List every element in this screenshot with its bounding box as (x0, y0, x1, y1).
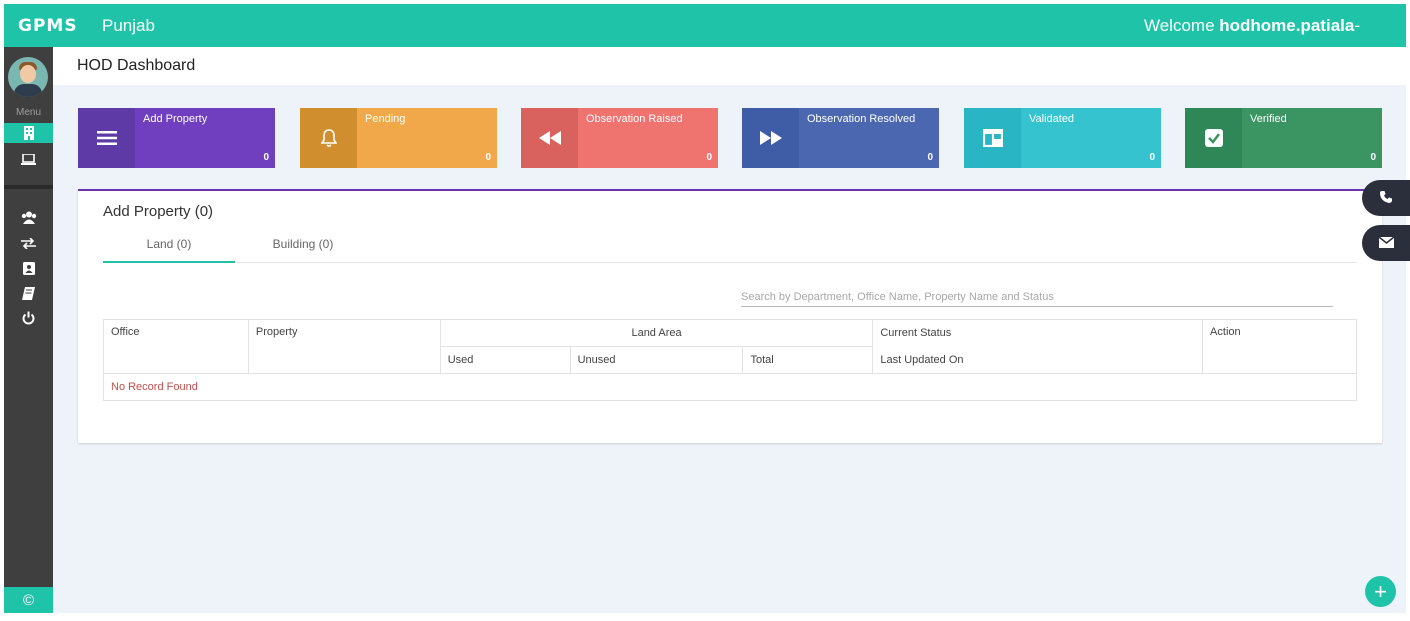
col-office: Office (103, 319, 249, 374)
property-table: Office Property Land Area Current Status… (103, 319, 1357, 401)
exchange-icon[interactable] (4, 233, 53, 253)
add-property-panel: Add Property (0) Land (0) Building (0) O… (78, 189, 1382, 443)
tile-label: Add Property (143, 113, 208, 125)
tile-observation-raised[interactable]: Observation Raised 0 (521, 108, 718, 168)
columns-icon (964, 108, 1021, 168)
col-used: Used (439, 346, 571, 374)
tile-label: Validated (1029, 113, 1075, 125)
add-fab-button[interactable]: + (1365, 576, 1396, 607)
avatar[interactable] (8, 57, 48, 97)
col-property: Property (247, 319, 441, 374)
sidebar-divider (4, 185, 53, 189)
tile-count: 0 (1149, 152, 1155, 163)
property-tabs: Land (0) Building (0) (103, 235, 1357, 263)
tile-validated[interactable]: Validated 0 (964, 108, 1161, 168)
main-content: HOD Dashboard Add Property 0 Pending 0 Obs… (53, 47, 1406, 613)
tile-add-property[interactable]: Add Property 0 (78, 108, 275, 168)
username: hodhome.patiala (1219, 15, 1355, 35)
tile-label: Verified (1250, 113, 1287, 125)
col-action: Action (1202, 319, 1357, 374)
page-title: HOD Dashboard (77, 57, 196, 74)
col-total: Total (742, 346, 874, 374)
tile-count: 0 (706, 152, 712, 163)
tile-verified[interactable]: Verified 0 (1185, 108, 1382, 168)
title-bar: HOD Dashboard (53, 47, 1406, 85)
backward-icon (521, 108, 578, 168)
empty-message: No Record Found (103, 373, 1357, 401)
top-bar: GPMS Punjab Welcome hodhome.patiala- (4, 4, 1406, 47)
sidebar: Menu (4, 47, 53, 613)
tab-land[interactable]: Land (0) (103, 235, 235, 263)
table-row: No Record Found (103, 373, 1357, 401)
laptop-icon[interactable] (4, 149, 53, 169)
tile-pending[interactable]: Pending 0 (300, 108, 497, 168)
power-icon[interactable] (4, 308, 53, 328)
tile-count: 0 (1370, 152, 1376, 163)
tile-count: 0 (927, 152, 933, 163)
contact-icon[interactable] (4, 258, 53, 278)
book-icon[interactable] (4, 283, 53, 303)
tab-building[interactable]: Building (0) (243, 235, 363, 263)
menu-label: Menu (15, 107, 41, 118)
search-input[interactable] (741, 287, 1333, 307)
envelope-icon (1378, 235, 1394, 251)
tile-count: 0 (485, 152, 491, 163)
user-menu-caret: - (1354, 15, 1360, 35)
copyright-icon[interactable]: © (4, 587, 53, 613)
tile-observation-resolved[interactable]: Observation Resolved 0 (742, 108, 939, 168)
welcome-text: Welcome (1143, 15, 1220, 35)
tile-label: Pending (365, 113, 406, 125)
col-unused: Unused (569, 346, 744, 374)
mail-button[interactable] (1362, 225, 1410, 261)
panel-title: Add Property (0) (103, 203, 214, 220)
phone-icon (1380, 190, 1392, 206)
phone-button[interactable] (1362, 180, 1410, 216)
col-last-updated: Last Updated On (872, 346, 1204, 374)
col-current-status: Current Status (872, 319, 1204, 347)
tile-label: Observation Raised (586, 113, 683, 125)
tile-count: 0 (263, 152, 269, 163)
users-icon[interactable] (4, 207, 53, 227)
menu-icon (78, 108, 135, 168)
forward-icon (742, 108, 799, 168)
app-logo[interactable]: GPMS (18, 16, 102, 36)
user-menu[interactable]: Welcome hodhome.patiala- (1144, 16, 1360, 36)
state-name: Punjab (102, 15, 155, 35)
check-square-icon (1185, 108, 1242, 168)
tile-label: Observation Resolved (807, 113, 916, 125)
col-land-area: Land Area (439, 319, 874, 347)
bell-icon (300, 108, 357, 168)
building-icon[interactable] (4, 123, 53, 143)
